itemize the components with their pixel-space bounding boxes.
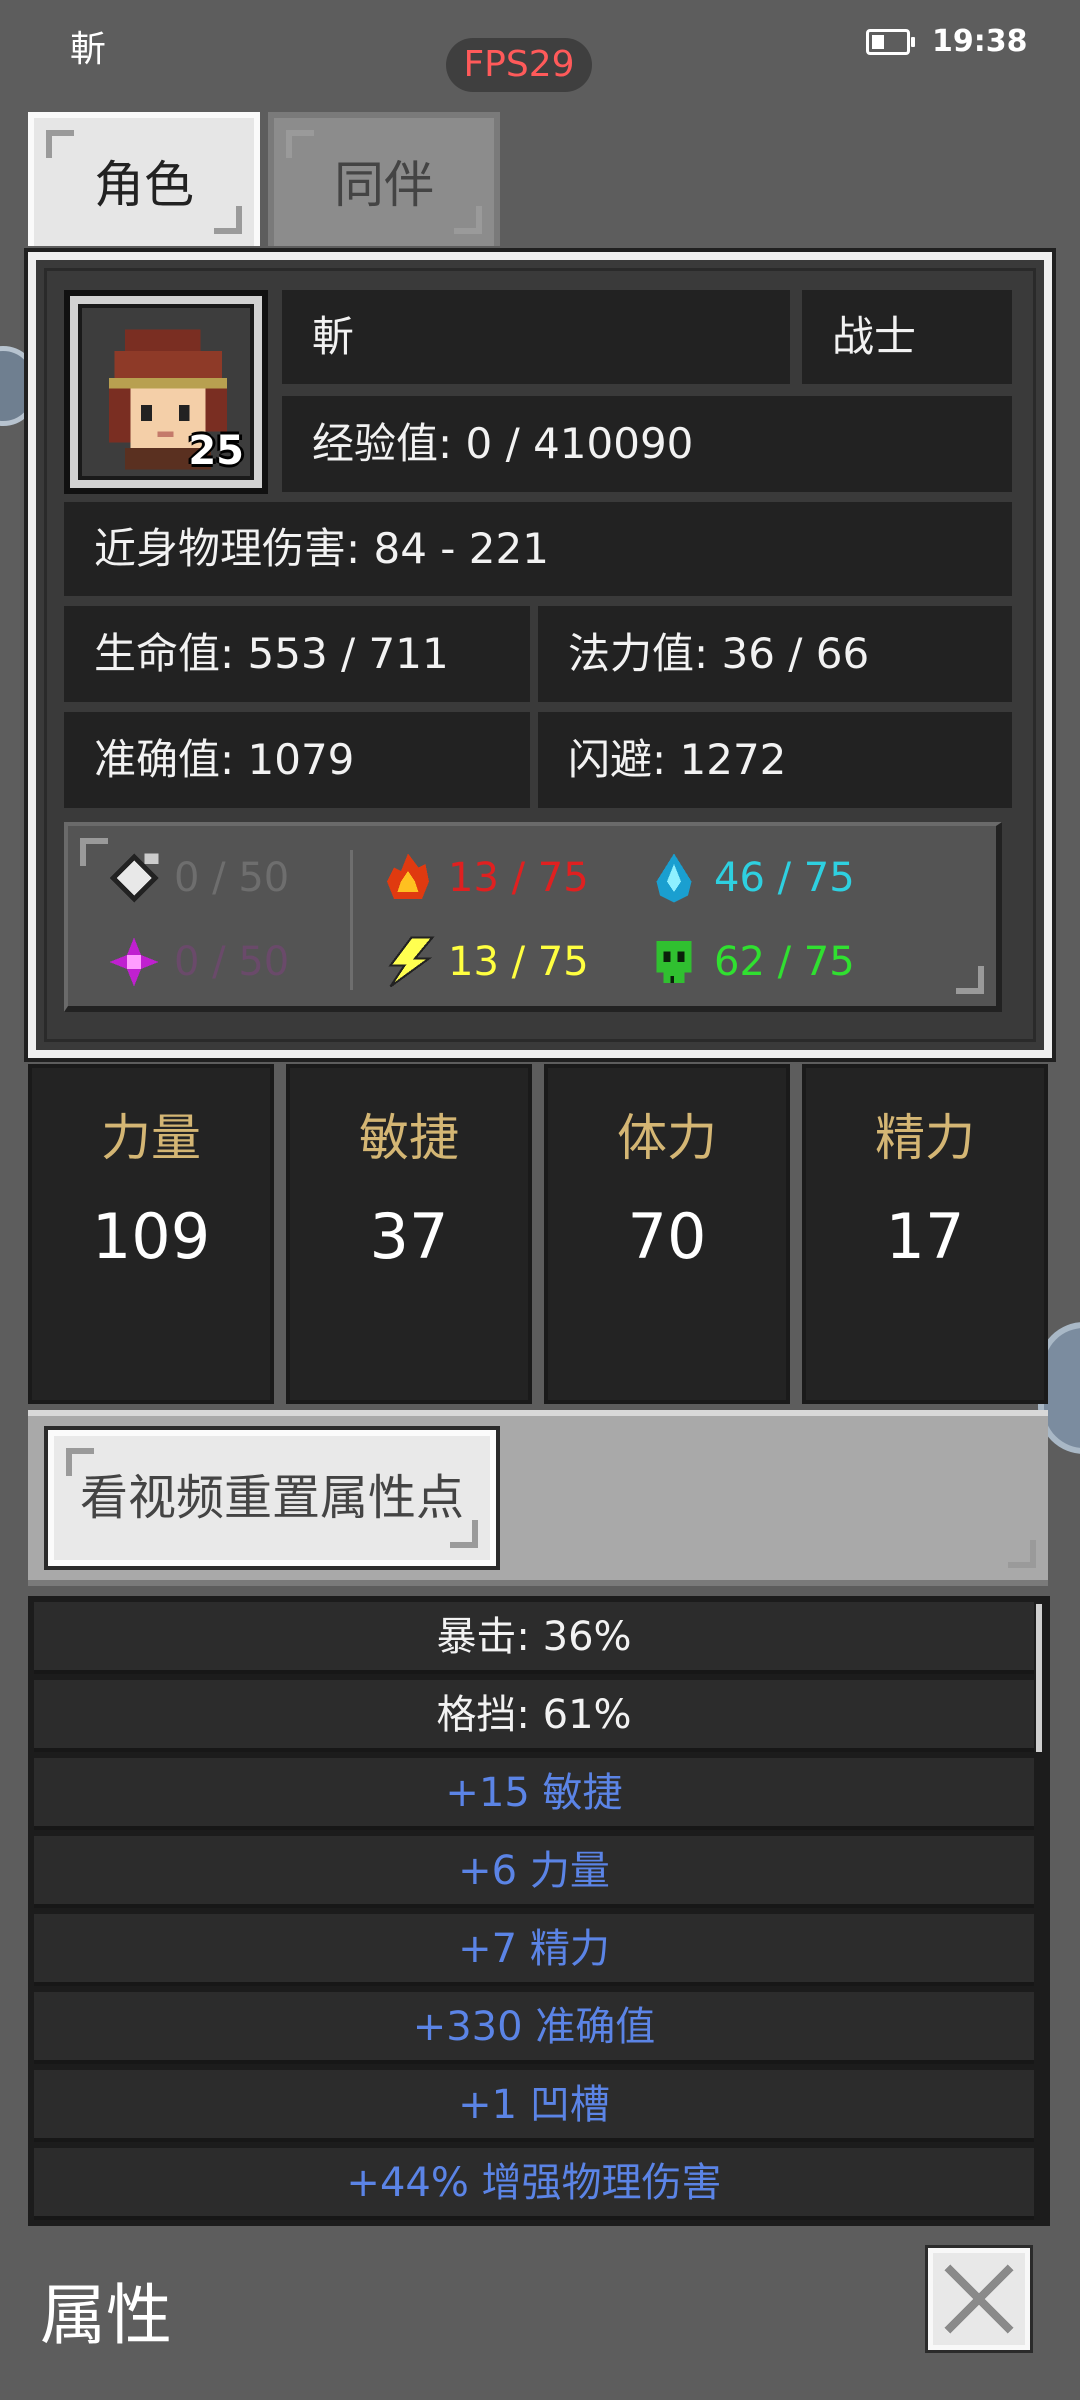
character-class: 战士 — [802, 290, 1012, 384]
list-item: 暴击: 36% — [34, 1602, 1034, 1674]
resistance-cold-value: 46 / 75 — [714, 855, 855, 901]
bonus-list[interactable]: 暴击: 36% 格挡: 61% +15 敏捷 +6 力量 +7 精力 +330 … — [28, 1596, 1050, 2226]
list-item: +15 敏捷 — [34, 1758, 1034, 1830]
corner-decoration — [450, 1520, 478, 1548]
experience-value: 经验值: 0 / 410090 — [282, 396, 1012, 492]
tab-companion-label: 同伴 — [334, 156, 434, 214]
tab-character-label: 角色 — [94, 156, 194, 214]
health-value: 生命值: 553 / 711 — [64, 606, 530, 702]
attribute-vitality[interactable]: 体力 70 — [544, 1064, 790, 1404]
character-portrait[interactable]: 25 — [64, 290, 268, 494]
attribute-energy-value: 17 — [885, 1200, 965, 1273]
attribute-energy[interactable]: 精力 17 — [802, 1064, 1048, 1404]
corner-decoration — [956, 966, 984, 994]
attribute-strength-value: 109 — [91, 1200, 211, 1273]
resistance-magic: 0 / 50 — [106, 934, 289, 990]
fps-counter: FPS29 — [446, 38, 592, 92]
corner-decoration — [46, 130, 74, 158]
melee-physical-damage: 近身物理伤害: 84 - 221 — [64, 502, 1012, 596]
list-item: +1 凹槽 — [34, 2070, 1034, 2142]
resistance-panel: 0 / 50 13 / 75 46 / 75 0 / 50 13 / 75 62… — [64, 822, 1002, 1012]
resistance-lightning-value: 13 / 75 — [448, 939, 589, 985]
corner-decoration — [214, 206, 242, 234]
list-item: +330 准确值 — [34, 1992, 1034, 2064]
attribute-vitality-label: 体力 — [617, 1109, 717, 1167]
list-item: +7 精力 — [34, 1914, 1034, 1986]
resistance-lightning: 13 / 75 — [380, 934, 589, 990]
tab-companion[interactable]: 同伴 — [268, 112, 500, 246]
attribute-agility-value: 37 — [369, 1200, 449, 1273]
character-panel: 25 斬 战士 经验值: 0 / 410090 近身物理伤害: 84 - 221… — [24, 248, 1056, 1062]
resistance-magic-value: 0 / 50 — [174, 939, 290, 985]
physical-shield-icon — [109, 853, 159, 903]
resistance-fire: 13 / 75 — [380, 850, 589, 906]
close-icon — [933, 2253, 1025, 2345]
battery-icon — [866, 29, 915, 55]
list-item: 格挡: 61% — [34, 1680, 1034, 1752]
reset-button-label: 看视频重置属性点 — [79, 1470, 464, 1526]
page-title: 属性 — [40, 2277, 172, 2354]
attribute-vitality-value: 70 — [627, 1200, 707, 1273]
level-badge: 25 — [188, 428, 244, 474]
water-drop-icon — [656, 853, 692, 903]
corner-decoration — [286, 130, 314, 158]
resistance-poison: 62 / 75 — [646, 934, 855, 990]
corner-decoration — [66, 1448, 94, 1476]
resistance-divider — [350, 850, 353, 990]
close-button[interactable] — [925, 2245, 1033, 2353]
dodge-value: 闪避: 1272 — [538, 712, 1012, 808]
corner-decoration — [454, 206, 482, 234]
list-item: +6 力量 — [34, 1836, 1034, 1908]
resistance-fire-value: 13 / 75 — [448, 855, 589, 901]
resistance-cold: 46 / 75 — [646, 850, 855, 906]
attribute-agility[interactable]: 敏捷 37 — [286, 1064, 532, 1404]
poison-skull-icon — [656, 941, 692, 983]
lightning-icon — [388, 936, 435, 988]
attribute-energy-label: 精力 — [875, 1109, 975, 1167]
attribute-agility-label: 敏捷 — [359, 1109, 459, 1167]
fire-icon — [387, 853, 429, 899]
character-name: 斬 — [282, 290, 790, 384]
attribute-strength[interactable]: 力量 109 — [28, 1064, 274, 1404]
tab-character[interactable]: 角色 — [28, 112, 260, 246]
mana-value: 法力值: 36 / 66 — [538, 606, 1012, 702]
resistance-physical: 0 / 50 — [106, 850, 289, 906]
resistance-poison-value: 62 / 75 — [714, 939, 855, 985]
list-item: +44% 增强物理伤害 — [34, 2148, 1034, 2220]
list-scrollbar[interactable] — [1036, 1604, 1042, 1752]
attribute-strength-label: 力量 — [101, 1109, 201, 1167]
status-bar-left-text: 斬 — [70, 29, 107, 70]
watch-video-reset-button[interactable]: 看视频重置属性点 — [44, 1426, 500, 1570]
corner-decoration — [1008, 1540, 1036, 1568]
resistance-physical-value: 0 / 50 — [174, 855, 290, 901]
magic-star-icon — [109, 937, 159, 987]
accuracy-value: 准确值: 1079 — [64, 712, 530, 808]
status-time: 19:38 — [932, 24, 1028, 59]
corner-decoration — [80, 838, 108, 866]
